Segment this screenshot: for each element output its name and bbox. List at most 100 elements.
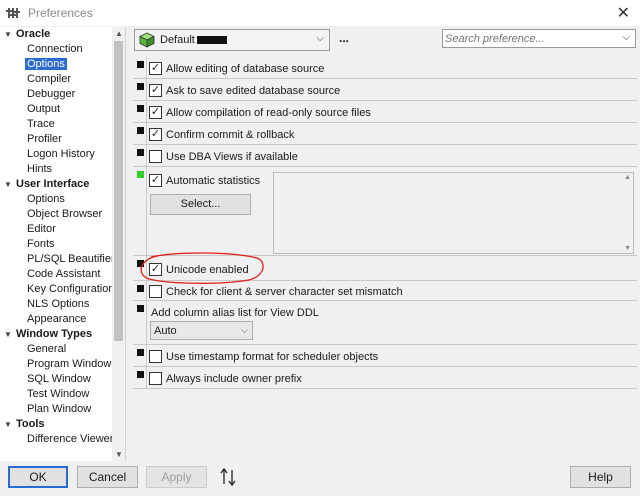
option-row: ✓ Automatic statistics Select... ▲ ▼ (133, 167, 637, 256)
tree-item-debugger[interactable]: Debugger (0, 87, 125, 102)
tree-item-ui-options[interactable]: Options (0, 192, 125, 207)
profile-dropdown[interactable]: Default ⌵ (134, 29, 330, 51)
tree-group-oracle[interactable]: ▼ Oracle (0, 27, 125, 42)
default-marker (137, 127, 144, 134)
tree-group-window-types[interactable]: ▼ Window Types (0, 327, 125, 342)
scrollbar-thumb[interactable] (114, 41, 123, 341)
search-input[interactable] (445, 32, 615, 45)
checkbox-automatic-statistics[interactable]: ✓ (149, 174, 162, 187)
checkbox-allow-compile[interactable]: ✓ (149, 106, 162, 119)
default-marker (137, 305, 144, 312)
tree-item-plan-window[interactable]: Plan Window (0, 402, 125, 417)
default-marker (137, 83, 144, 90)
scroll-down-icon[interactable]: ▼ (115, 450, 123, 459)
option-row: Check for client & server character set … (133, 281, 637, 301)
profile-cube-icon (139, 32, 155, 48)
checkbox-ask-save[interactable]: ✓ (149, 84, 162, 97)
column-alias-select[interactable]: Auto ⌵ (150, 321, 253, 340)
tree-item-oracle-options[interactable]: Options (0, 57, 125, 72)
sort-icon[interactable] (220, 467, 236, 487)
option-row: ✓ Confirm commit & rollback (133, 123, 637, 145)
default-marker (137, 149, 144, 156)
apply-button[interactable]: Apply (146, 466, 207, 488)
tree-item-output[interactable]: Output (0, 102, 125, 117)
option-row: ✓ Unicode enabled (133, 256, 637, 281)
tree-item-appearance[interactable]: Appearance (0, 312, 125, 327)
tree-item-code-assistant[interactable]: Code Assistant (0, 267, 125, 282)
tree-item-difference-viewer[interactable]: Difference Viewer (0, 432, 125, 447)
checkbox-owner-prefix[interactable] (149, 372, 162, 385)
tree-scrollbar[interactable]: ▲ ▼ (112, 27, 125, 461)
tree-item-sql-window[interactable]: SQL Window (0, 372, 125, 387)
default-marker (137, 105, 144, 112)
option-row: Add column alias list for View DDL Auto … (133, 301, 637, 345)
option-label: Confirm commit & rollback (166, 129, 295, 141)
changed-marker (137, 171, 144, 178)
more-button[interactable]: ... (339, 31, 349, 45)
checkbox-unicode-enabled[interactable]: ✓ (149, 263, 162, 276)
select-statistics-button[interactable]: Select... (150, 194, 251, 215)
chevron-down-icon[interactable]: ▼ (4, 327, 12, 342)
default-marker (137, 260, 144, 267)
preferences-icon (6, 7, 20, 19)
select-value: Auto (154, 325, 177, 337)
cancel-button[interactable]: Cancel (77, 466, 138, 488)
tree-item-hints[interactable]: Hints (0, 162, 125, 177)
tree-item-object-browser[interactable]: Object Browser (0, 207, 125, 222)
option-label: Check for client & server character set … (166, 286, 403, 298)
option-row: Always include owner prefix (133, 367, 637, 389)
close-icon[interactable]: ✕ (617, 3, 630, 23)
window-title: Preferences (28, 6, 93, 20)
option-label: Use timestamp format for scheduler objec… (166, 351, 379, 363)
search-box[interactable]: ⌵ (442, 29, 636, 48)
tree-item-editor[interactable]: Editor (0, 222, 125, 237)
tree-item-trace[interactable]: Trace (0, 117, 125, 132)
checkbox-confirm-commit[interactable]: ✓ (149, 128, 162, 141)
tree-group-tools[interactable]: ▼ Tools (0, 417, 125, 432)
tree-item-program-window[interactable]: Program Window (0, 357, 125, 372)
preferences-tree: ▼ Oracle Connection Options Compiler Debu… (0, 27, 126, 461)
checkbox-charset-mismatch[interactable] (149, 285, 162, 298)
chevron-down-icon[interactable]: ⌵ (241, 325, 248, 336)
tree-item-logon-history[interactable]: Logon History (0, 147, 125, 162)
ok-button[interactable]: OK (8, 466, 68, 488)
statistics-list[interactable]: ▲ ▼ (273, 172, 634, 254)
chevron-down-icon[interactable]: ▼ (4, 27, 12, 42)
option-row: ✓ Allow editing of database source (133, 57, 637, 79)
tree-item-test-window[interactable]: Test Window (0, 387, 125, 402)
checkbox-allow-edit[interactable]: ✓ (149, 62, 162, 75)
tree-item-plsql-beautifier[interactable]: PL/SQL Beautifier (0, 252, 125, 267)
tree-item-compiler[interactable]: Compiler (0, 72, 125, 87)
option-row: Use DBA Views if available (133, 145, 637, 167)
default-marker (137, 285, 144, 292)
default-marker (137, 349, 144, 356)
tree-item-connection[interactable]: Connection (0, 42, 125, 57)
redacted-text (196, 36, 227, 44)
tree-group-user-interface[interactable]: ▼ User Interface (0, 177, 125, 192)
option-label: Unicode enabled (166, 264, 249, 276)
tree-item-nls-options[interactable]: NLS Options (0, 297, 125, 312)
chevron-down-icon[interactable]: ⌵ (316, 33, 324, 44)
default-marker (137, 61, 144, 68)
scroll-down-icon[interactable]: ▼ (624, 245, 631, 252)
option-label: Add column alias list for View DDL (151, 307, 319, 319)
option-label: Allow compilation of read-only source fi… (166, 107, 371, 119)
option-label: Use DBA Views if available (166, 151, 298, 163)
help-button[interactable]: Help (570, 466, 631, 488)
tree-item-fonts[interactable]: Fonts (0, 237, 125, 252)
tree-item-general[interactable]: General (0, 342, 125, 357)
option-label: Allow editing of database source (166, 63, 325, 75)
tree-item-profiler[interactable]: Profiler (0, 132, 125, 147)
option-label: Automatic statistics (166, 175, 261, 187)
options-panel: ✓ Allow editing of database source ✓ Ask… (133, 57, 637, 455)
option-row: ✓ Ask to save edited database source (133, 79, 637, 101)
checkbox-use-dba-views[interactable] (149, 150, 162, 163)
chevron-down-icon[interactable]: ▼ (4, 417, 12, 432)
scroll-up-icon[interactable]: ▲ (624, 174, 631, 181)
checkbox-timestamp-format[interactable] (149, 350, 162, 363)
tree-item-key-configuration[interactable]: Key Configuration (0, 282, 125, 297)
option-label: Always include owner prefix (166, 373, 302, 385)
scroll-up-icon[interactable]: ▲ (115, 29, 123, 38)
chevron-down-icon[interactable]: ▼ (4, 177, 12, 192)
chevron-down-icon[interactable]: ⌵ (622, 32, 630, 43)
